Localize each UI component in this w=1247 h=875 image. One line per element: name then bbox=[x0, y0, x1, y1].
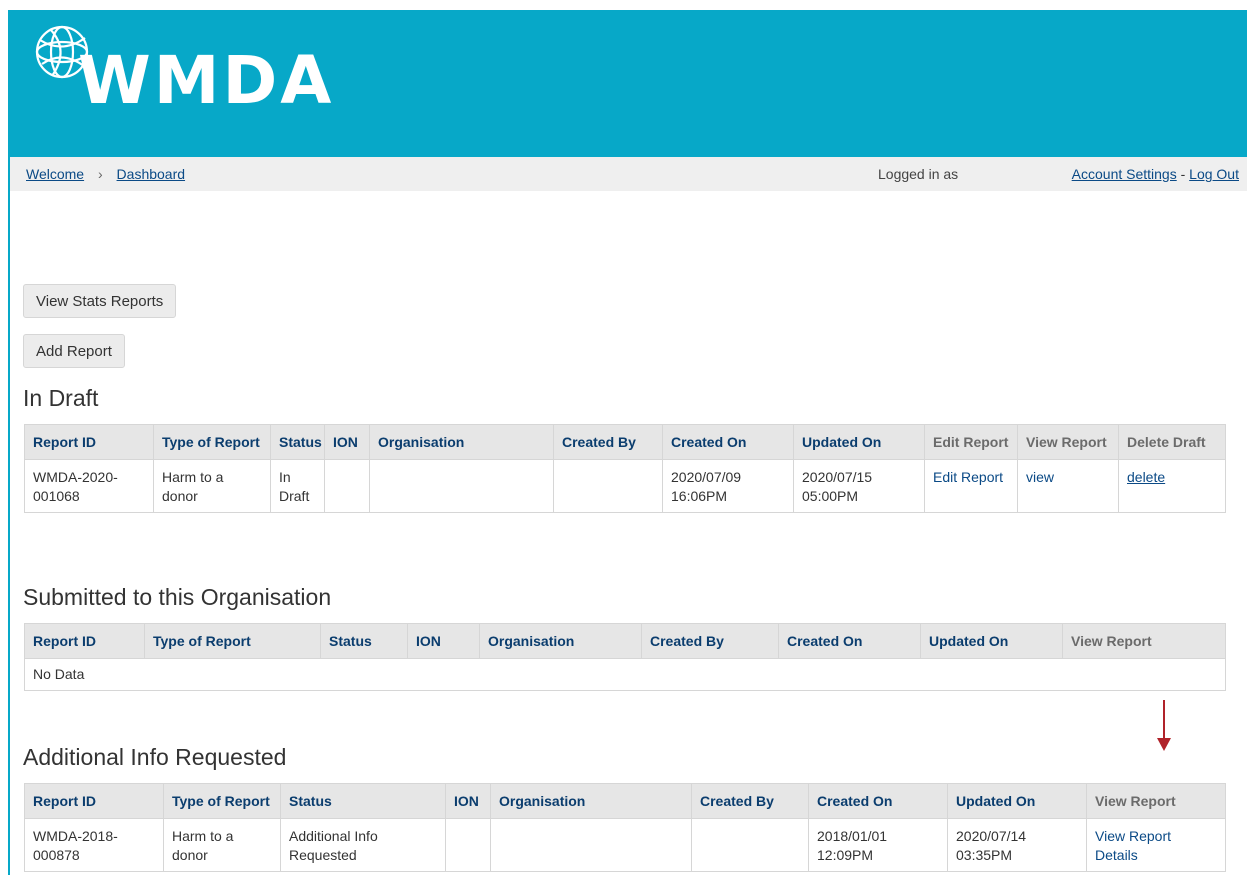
edit-report-link[interactable]: Edit Report bbox=[933, 469, 1003, 485]
column-header: View Report bbox=[1017, 424, 1119, 460]
in-draft-table: Report ID Type of Report Status ION Orga… bbox=[24, 424, 1226, 513]
view-report-cell: view bbox=[1017, 459, 1119, 513]
created-by-cell bbox=[691, 818, 809, 872]
view-stats-reports-button[interactable]: View Stats Reports bbox=[23, 284, 177, 318]
column-header[interactable]: ION bbox=[407, 623, 480, 659]
ion-cell bbox=[324, 459, 370, 513]
log-out-link[interactable]: Log Out bbox=[1189, 166, 1239, 182]
view-report-details-link[interactable]: View Report Details bbox=[1095, 828, 1171, 863]
column-header[interactable]: Status bbox=[320, 623, 408, 659]
additional-info-heading: Additional Info Requested bbox=[23, 744, 287, 770]
column-header[interactable]: Updated On bbox=[793, 424, 925, 460]
column-header[interactable]: Created By bbox=[641, 623, 779, 659]
chevron-right-icon: › bbox=[97, 166, 103, 182]
in-draft-heading: In Draft bbox=[23, 385, 99, 411]
column-header: Edit Report bbox=[924, 424, 1018, 460]
ion-cell bbox=[445, 818, 491, 872]
breadcrumb-dashboard[interactable]: Dashboard bbox=[117, 166, 186, 182]
table-row: WMDA-2020-001068 Harm to a donor In Draf… bbox=[24, 459, 1226, 513]
created-on-cell: 2020/07/09 16:06PM bbox=[662, 459, 794, 513]
column-header[interactable]: ION bbox=[324, 424, 370, 460]
column-header[interactable]: Updated On bbox=[947, 783, 1087, 819]
table-row: No Data bbox=[24, 658, 1226, 691]
column-header[interactable]: Report ID bbox=[24, 424, 154, 460]
organisation-cell bbox=[369, 459, 554, 513]
delete-draft-cell: delete bbox=[1118, 459, 1226, 513]
status-cell: In Draft bbox=[270, 459, 325, 513]
column-header[interactable]: ION bbox=[445, 783, 491, 819]
table-header-row: Report ID Type of Report Status ION Orga… bbox=[24, 623, 1226, 659]
updated-on-cell: 2020/07/15 05:00PM bbox=[793, 459, 925, 513]
link-separator: - bbox=[1180, 166, 1186, 182]
organisation-cell bbox=[490, 818, 692, 872]
type-cell: Harm to a donor bbox=[163, 818, 281, 872]
submitted-table: Report ID Type of Report Status ION Orga… bbox=[24, 623, 1226, 691]
column-header[interactable]: Created On bbox=[778, 623, 921, 659]
view-report-cell: View Report Details bbox=[1086, 818, 1226, 872]
add-report-button[interactable]: Add Report bbox=[23, 334, 125, 368]
column-header: View Report bbox=[1062, 623, 1226, 659]
column-header[interactable]: Organisation bbox=[369, 424, 554, 460]
logo-text: WMDA bbox=[78, 42, 335, 119]
type-cell: Harm to a donor bbox=[153, 459, 271, 513]
site-header: WMDA bbox=[10, 10, 1247, 157]
column-header[interactable]: Created By bbox=[553, 424, 663, 460]
column-header[interactable]: Report ID bbox=[24, 623, 145, 659]
down-arrow-icon bbox=[1157, 700, 1171, 751]
logged-in-label: Logged in as bbox=[878, 166, 959, 182]
column-header[interactable]: Status bbox=[270, 424, 325, 460]
additional-info-table: Report ID Type of Report Status ION Orga… bbox=[24, 783, 1226, 872]
view-report-link[interactable]: view bbox=[1026, 469, 1054, 485]
column-header[interactable]: Organisation bbox=[479, 623, 642, 659]
status-cell: Additional Info Requested bbox=[280, 818, 446, 872]
column-header[interactable]: Created On bbox=[662, 424, 794, 460]
column-header[interactable]: Type of Report bbox=[163, 783, 281, 819]
account-settings-link[interactable]: Account Settings bbox=[1072, 166, 1177, 182]
updated-on-cell: 2020/07/14 03:35PM bbox=[947, 818, 1087, 872]
no-data-cell: No Data bbox=[24, 658, 1226, 691]
breadcrumb-welcome[interactable]: Welcome bbox=[26, 166, 84, 182]
column-header[interactable]: Status bbox=[280, 783, 446, 819]
column-header[interactable]: Type of Report bbox=[144, 623, 321, 659]
column-header[interactable]: Type of Report bbox=[153, 424, 271, 460]
column-header[interactable]: Created By bbox=[691, 783, 809, 819]
edit-report-cell: Edit Report bbox=[924, 459, 1018, 513]
created-by-cell bbox=[553, 459, 663, 513]
top-nav-bar: Welcome › Dashboard Logged in as Account… bbox=[10, 157, 1247, 191]
column-header: Delete Draft bbox=[1118, 424, 1226, 460]
column-header[interactable]: Report ID bbox=[24, 783, 164, 819]
column-header[interactable]: Updated On bbox=[920, 623, 1063, 659]
table-header-row: Report ID Type of Report Status ION Orga… bbox=[24, 424, 1226, 460]
column-header[interactable]: Created On bbox=[808, 783, 948, 819]
breadcrumb: Welcome › Dashboard bbox=[26, 157, 185, 191]
delete-draft-link[interactable]: delete bbox=[1127, 469, 1165, 485]
account-links: Account Settings - Log Out bbox=[1072, 157, 1239, 191]
column-header: View Report bbox=[1086, 783, 1226, 819]
column-header[interactable]: Organisation bbox=[490, 783, 692, 819]
report-id-cell: WMDA-2020-001068 bbox=[24, 459, 154, 513]
report-id-cell: WMDA-2018-000878 bbox=[24, 818, 164, 872]
created-on-cell: 2018/01/01 12:09PM bbox=[808, 818, 948, 872]
table-header-row: Report ID Type of Report Status ION Orga… bbox=[24, 783, 1226, 819]
submitted-heading: Submitted to this Organisation bbox=[23, 584, 332, 610]
table-row: WMDA-2018-000878 Harm to a donor Additio… bbox=[24, 818, 1226, 872]
